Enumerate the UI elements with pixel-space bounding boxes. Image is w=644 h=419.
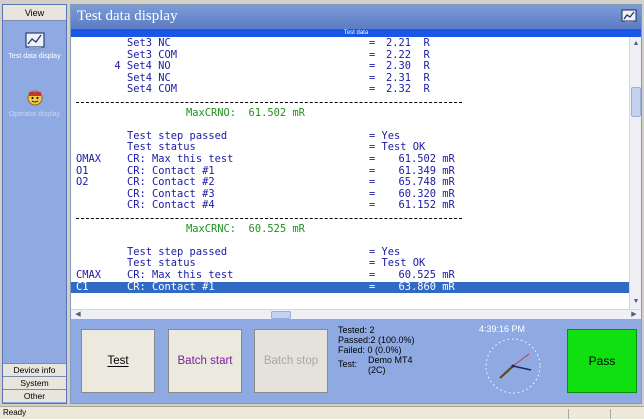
line-value: 63.860 mR [386,280,455,293]
sidebar-item-operator-display[interactable]: Operator display [3,89,66,131]
line-equals: = [369,199,376,212]
separator-line [76,218,462,219]
line-equals: = [369,269,376,281]
result-indicator: Pass [567,329,637,393]
test-data-strip: Test data [71,29,641,37]
log-line-selected[interactable]: C1 CR: Contact #1 = 63.860 mR [71,280,629,294]
line-equals: = [369,280,376,293]
horizontal-scrollbar[interactable]: ◀ ▶ [71,309,641,319]
line-label: Set3 NC [127,37,171,49]
line-label: Set4 COM [127,83,178,96]
sidebar-button-system[interactable]: System [3,376,66,389]
line-equals: = [369,153,376,165]
line-value: 61.152 mR [386,199,455,212]
line-label: CR: Contact #1 [127,280,215,293]
passed-count: Passed:2 (100.0%) [338,335,415,345]
test-data-log[interactable]: Set3 NC = 2.21 R Set3 COM = 2.22 R4 Set4 NO = 2… [71,37,629,309]
max-summary: MaxCRNC: 60.525 mR [186,222,305,235]
max-summary: MaxCRNO: 61.502 mR [186,106,305,119]
test-statistics: Tested: 2 Passed:2 (100.0%) Failed: 0 (0… [338,325,448,375]
batch-stop-button: Batch stop [254,329,328,393]
sidebar-item-test-data-display[interactable]: Test data display [3,31,66,79]
line-label: CR: Contact #4 [127,199,215,212]
status-text: Ready [3,408,27,417]
line-value: 60.525 mR [386,269,455,281]
line-equals: = [369,37,376,49]
sidebar-button-other[interactable]: Other [3,389,66,402]
scroll-up-icon[interactable]: ▲ [631,39,641,49]
page-title: Test data display [77,8,178,24]
failed-count: Failed: 0 (0.0%) [338,345,402,355]
status-divider [610,409,611,419]
line-tag: CMAX [76,269,102,281]
line-tag: OMAX [76,153,102,165]
separator-line [76,102,462,103]
clock-icon [485,338,541,394]
log-line[interactable]: CR: Contact #4 = 61.152 mR [71,200,629,212]
title-bar: Test data display [71,5,641,29]
log-line[interactable]: MaxCRNO: 61.502 mR [71,106,629,120]
log-line[interactable]: OMAX CR: Max this test = 61.502 mR [71,153,629,166]
line-label: CR: Max this test [127,269,234,281]
line-value: 61.502 mR [386,153,455,165]
line-value: 2.21 R [386,37,430,49]
horizontal-scroll-thumb[interactable] [271,311,291,319]
test-name: Demo MT4 [368,355,413,365]
line-equals: = [369,83,376,96]
line-tag: C1 [76,280,89,293]
chart-icon [24,32,45,50]
clock-time: 4:39:16 PM [479,324,526,334]
sidebar-button-device-info[interactable]: Device info [3,363,66,376]
main-panel: Test data display Test data Set3 NC = 2.21… [70,4,642,404]
test-button[interactable]: Test [81,329,155,393]
log-line[interactable]: CMAX CR: Max this test = 60.525 mR [71,269,629,282]
operator-icon [27,90,42,106]
sidebar-view-header[interactable]: View [3,5,66,21]
batch-start-button[interactable]: Batch start [168,329,242,393]
line-tag: O2 [76,176,89,189]
chart-icon[interactable] [621,9,637,25]
sidebar-item-label: Test data display [8,53,61,60]
line-label: CR: Max this test [127,153,234,165]
app-window: View Test data display Operator display … [0,0,644,419]
scroll-down-icon[interactable]: ▼ [631,297,641,307]
status-divider [568,409,569,419]
line-value: 2.32 R [386,83,430,96]
test-button-label: Test [107,355,129,367]
vertical-scroll-thumb[interactable] [631,87,641,117]
tested-count: Tested: 2 [338,325,375,335]
log-line[interactable]: MaxCRNC: 60.525 mR [71,222,629,236]
sidebar-item-label: Operator display [8,111,61,118]
log-line[interactable]: Set4 COM = 2.32 R [71,84,629,96]
status-bar: Ready [0,406,644,419]
test-config: (2C) [368,365,386,375]
vertical-scrollbar[interactable]: ▲ ▼ [629,37,641,309]
control-panel: Test Batch start Batch stop Tested: 2 Pa… [71,319,641,403]
sidebar: View Test data display Operator display … [2,4,67,404]
log-line[interactable]: Set3 NC = 2.21 R [71,37,629,50]
